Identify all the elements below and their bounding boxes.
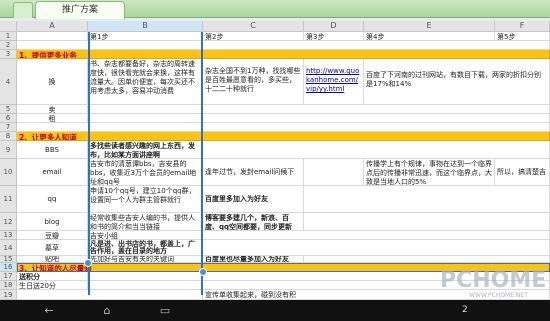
row-header-12[interactable]: 12 bbox=[0, 213, 17, 231]
select-all-corner[interactable] bbox=[0, 21, 17, 32]
cell-a11[interactable]: qq bbox=[17, 186, 88, 213]
cell-a9[interactable]: BBS bbox=[17, 141, 88, 159]
row-11-rest[interactable] bbox=[304, 186, 550, 213]
cell-a4[interactable]: 换 bbox=[17, 59, 88, 105]
section-heading-2[interactable]: 2、让更多人知道 bbox=[17, 132, 550, 141]
cell-c15[interactable]: 百度里也尽量多加入为好友 bbox=[203, 256, 304, 263]
col-header-b[interactable]: B bbox=[88, 21, 203, 32]
cell-c4[interactable]: 杂志全国不到1万种，找找哪些是百姓最愿意看的，多买些，十二二十种就行 bbox=[203, 59, 304, 105]
row-header-13[interactable]: 13 bbox=[0, 231, 17, 240]
row-header-2[interactable]: 2 bbox=[0, 41, 17, 50]
row-header-16[interactable]: 16 bbox=[0, 263, 17, 272]
row-header-10[interactable]: 10 bbox=[0, 159, 17, 186]
selection-handle-right[interactable] bbox=[199, 268, 207, 276]
row-header-1[interactable]: 1 bbox=[0, 32, 17, 41]
cell-b14[interactable]: 凡是进、出书店的书，都盖上，广告作用，盖在目录的地方 bbox=[88, 240, 203, 256]
row-header-8[interactable]: 8 bbox=[0, 132, 17, 141]
tab-promotion-plan[interactable]: 推广方案 bbox=[35, 1, 125, 19]
row-header-18[interactable]: 18 bbox=[0, 281, 17, 290]
section-heading-1[interactable]: 1、提供更多业务 bbox=[17, 50, 550, 59]
row-header-14[interactable]: 14 bbox=[0, 240, 17, 256]
cell-b13[interactable]: 吉安小组 bbox=[88, 231, 203, 240]
cell-c11[interactable]: 百度里多加入为好友 bbox=[203, 186, 304, 213]
tab-prev[interactable] bbox=[13, 2, 33, 18]
cell-b12[interactable]: 经常收集些吉安人编的书，提供人和书的简介和当当链接 bbox=[88, 213, 203, 231]
row-header-17[interactable]: 17 bbox=[0, 272, 17, 281]
row-header-4[interactable]: 4 bbox=[0, 59, 17, 105]
cell-b10[interactable]: 吉安市的清葱谭bbs，吉安县的bbs，收集近3万个会员的email地址和qq号 bbox=[88, 159, 203, 186]
row-15-rest[interactable] bbox=[304, 256, 550, 263]
cell-d1[interactable]: 第3步 bbox=[304, 32, 364, 41]
cell-b4[interactable]: 书、杂志都要备好，杂志的周转速度快，很快看完就会来换，这样有流量大。因单价便宜，… bbox=[88, 59, 203, 105]
col-header-d[interactable]: D bbox=[304, 21, 364, 32]
row-5-rest[interactable] bbox=[88, 105, 550, 114]
cell-b9[interactable]: 多找些读者感兴趣的网上东西，发布，比如某方面讲座啊 bbox=[88, 141, 203, 159]
cell-a19[interactable] bbox=[17, 290, 203, 300]
cell-a12[interactable]: blog bbox=[17, 213, 88, 231]
row-header-6[interactable]: 6 bbox=[0, 114, 17, 123]
cell-a1[interactable] bbox=[17, 32, 88, 41]
cell-a15[interactable]: 贴吧 bbox=[17, 256, 88, 263]
pchome-watermark-url: WWW.PCHOME.NET bbox=[469, 292, 528, 299]
cell-a5[interactable]: 卖 bbox=[17, 105, 88, 114]
cell-c10[interactable]: 逢年过节，发封email问候下 bbox=[203, 159, 304, 186]
row-7-empty[interactable] bbox=[17, 123, 550, 132]
row-header-5[interactable]: 5 bbox=[0, 105, 17, 114]
cell-a13[interactable]: 豆瓣 bbox=[17, 231, 88, 240]
spreadsheet-app: 推广方案 A B C D E F 1 第1步 第2步 第3步 第4步 第5步 2… bbox=[0, 0, 550, 321]
home-icon[interactable]: ⌂ bbox=[98, 305, 116, 317]
row-2-empty[interactable] bbox=[17, 41, 550, 50]
cell-f10[interactable]: 所以，搞清楚吉 bbox=[495, 159, 550, 186]
cell-c12[interactable]: 博客要多建几个，新浪、百度、qq空间都要，同步更新 bbox=[203, 213, 304, 231]
row-14-rest[interactable] bbox=[203, 240, 550, 256]
col-header-e[interactable]: E bbox=[364, 21, 495, 32]
col-header-c[interactable]: C bbox=[203, 21, 304, 32]
cell-f1[interactable]: 第5步 bbox=[495, 32, 550, 41]
row-13-rest[interactable] bbox=[203, 231, 550, 240]
row-6-rest[interactable] bbox=[88, 114, 550, 123]
row-header-9[interactable]: 9 bbox=[0, 141, 17, 159]
row-12-rest[interactable] bbox=[304, 213, 550, 231]
cell-d10[interactable] bbox=[304, 159, 364, 186]
row-header-11[interactable]: 11 bbox=[0, 186, 17, 213]
cell-a18[interactable]: 生日送20分 bbox=[17, 281, 88, 290]
cell-b15[interactable]: 先加好与吉安有关的关键词 bbox=[88, 256, 203, 263]
recent-apps-icon[interactable]: ▭ bbox=[156, 305, 174, 317]
pchome-watermark: PCHOME bbox=[440, 268, 547, 293]
back-icon[interactable]: ← bbox=[40, 305, 58, 317]
cell-b1[interactable]: 第1步 bbox=[88, 32, 203, 41]
selection-handle-left[interactable] bbox=[84, 259, 92, 267]
row-header-15[interactable]: 15 bbox=[0, 256, 17, 263]
row-header-19[interactable]: 19 bbox=[0, 290, 17, 300]
cell-e1[interactable]: 第4步 bbox=[364, 32, 495, 41]
cell-e10[interactable]: 传播学上有个规律，事物在达到一个临界点后的传播非常迅速，而这个临界点，大致是当地… bbox=[364, 159, 495, 186]
cell-e4[interactable]: 百度了下河南的过刊网站，有数目下载，两家的折扣分别是17%和14% bbox=[364, 59, 550, 105]
col-header-f[interactable]: F bbox=[495, 21, 550, 32]
cell-c1[interactable]: 第2步 bbox=[203, 32, 304, 41]
col-header-a[interactable]: A bbox=[17, 21, 88, 32]
row-9-rest[interactable] bbox=[203, 141, 550, 159]
system-navigation-bar: ← ⌂ ▭ 2 bbox=[0, 300, 550, 321]
row-header-7[interactable]: 7 bbox=[0, 123, 17, 132]
cell-d4-link[interactable]: http://www.guokanhome.com/vip/yy.html bbox=[304, 59, 364, 105]
row-header-3[interactable]: 3 bbox=[0, 50, 17, 59]
status-clock: 2 bbox=[462, 305, 468, 315]
cell-a6[interactable]: 租 bbox=[17, 114, 88, 123]
cell-a17[interactable]: 送积分 bbox=[17, 272, 88, 281]
cell-a14[interactable]: 墓草 bbox=[17, 240, 88, 256]
cell-b11[interactable]: 申请10个qq号，建立10个qq群，设置同一个人为群主管群就行 bbox=[88, 186, 203, 213]
sheet-tab-bar: 推广方案 bbox=[0, 0, 550, 19]
cell-a10[interactable]: email bbox=[17, 159, 88, 186]
